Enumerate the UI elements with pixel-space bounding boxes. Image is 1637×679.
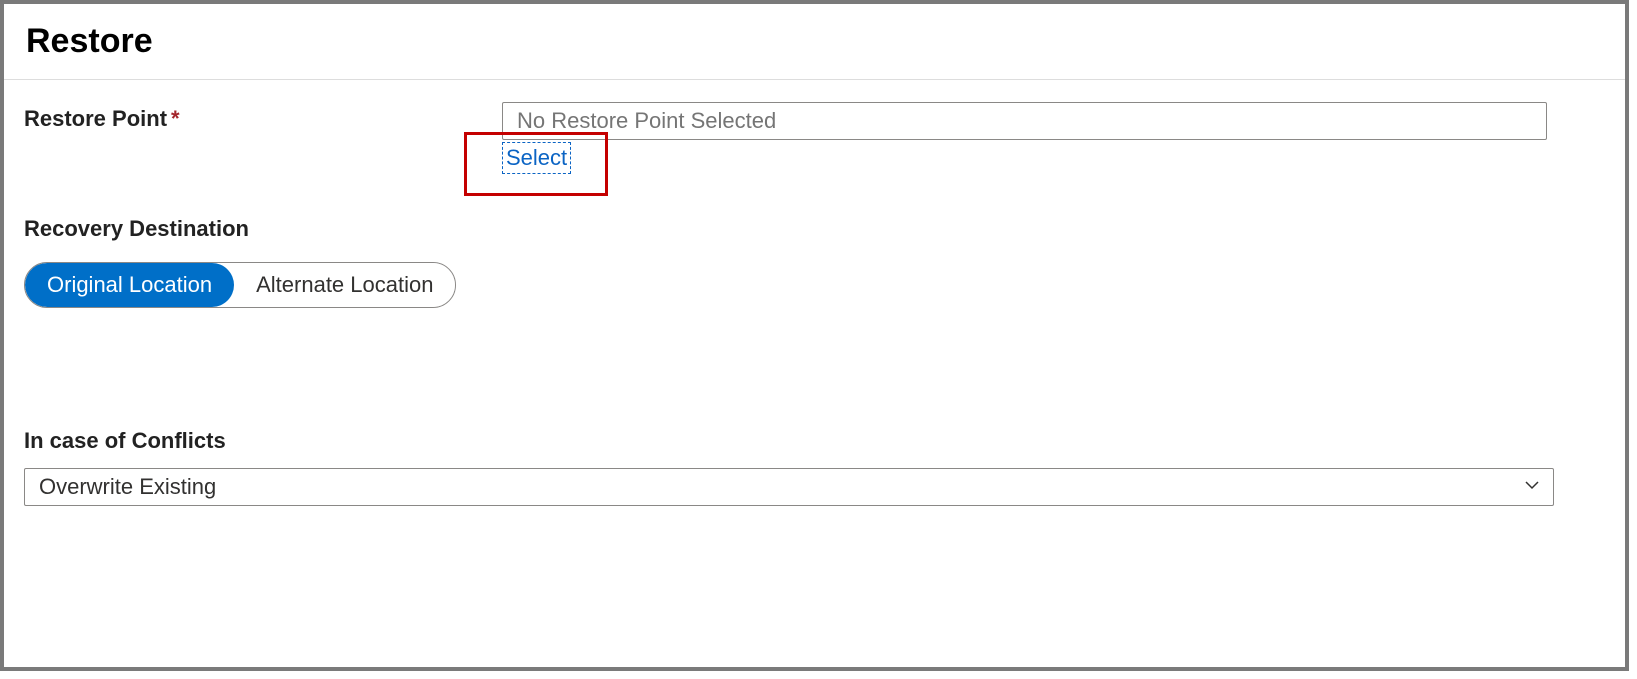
restore-point-label: Restore Point* bbox=[24, 102, 502, 132]
panel-header: Restore bbox=[4, 4, 1625, 80]
restore-point-input[interactable] bbox=[502, 102, 1547, 140]
conflicts-section: In case of Conflicts Overwrite Existing bbox=[24, 428, 1605, 506]
recovery-destination-toggle: Original Location Alternate Location bbox=[24, 262, 456, 308]
select-restore-point-link[interactable]: Select bbox=[502, 142, 571, 174]
option-original-location[interactable]: Original Location bbox=[25, 263, 234, 307]
required-asterisk: * bbox=[171, 106, 180, 131]
option-alternate-location[interactable]: Alternate Location bbox=[234, 263, 455, 307]
recovery-destination-label: Recovery Destination bbox=[24, 216, 1605, 242]
page-title: Restore bbox=[26, 22, 1605, 61]
panel-content: Restore Point* Select Recovery Destinati… bbox=[4, 80, 1625, 506]
conflicts-label: In case of Conflicts bbox=[24, 428, 1605, 454]
select-link-wrap: Select bbox=[502, 142, 571, 174]
restore-point-input-col: Select bbox=[502, 102, 1605, 174]
restore-panel: Restore Restore Point* Select Recovery D… bbox=[0, 0, 1629, 671]
chevron-down-icon bbox=[1523, 474, 1541, 500]
conflicts-dropdown[interactable]: Overwrite Existing bbox=[24, 468, 1554, 506]
restore-point-row: Restore Point* Select bbox=[24, 102, 1605, 174]
conflicts-dropdown-value: Overwrite Existing bbox=[39, 474, 216, 500]
